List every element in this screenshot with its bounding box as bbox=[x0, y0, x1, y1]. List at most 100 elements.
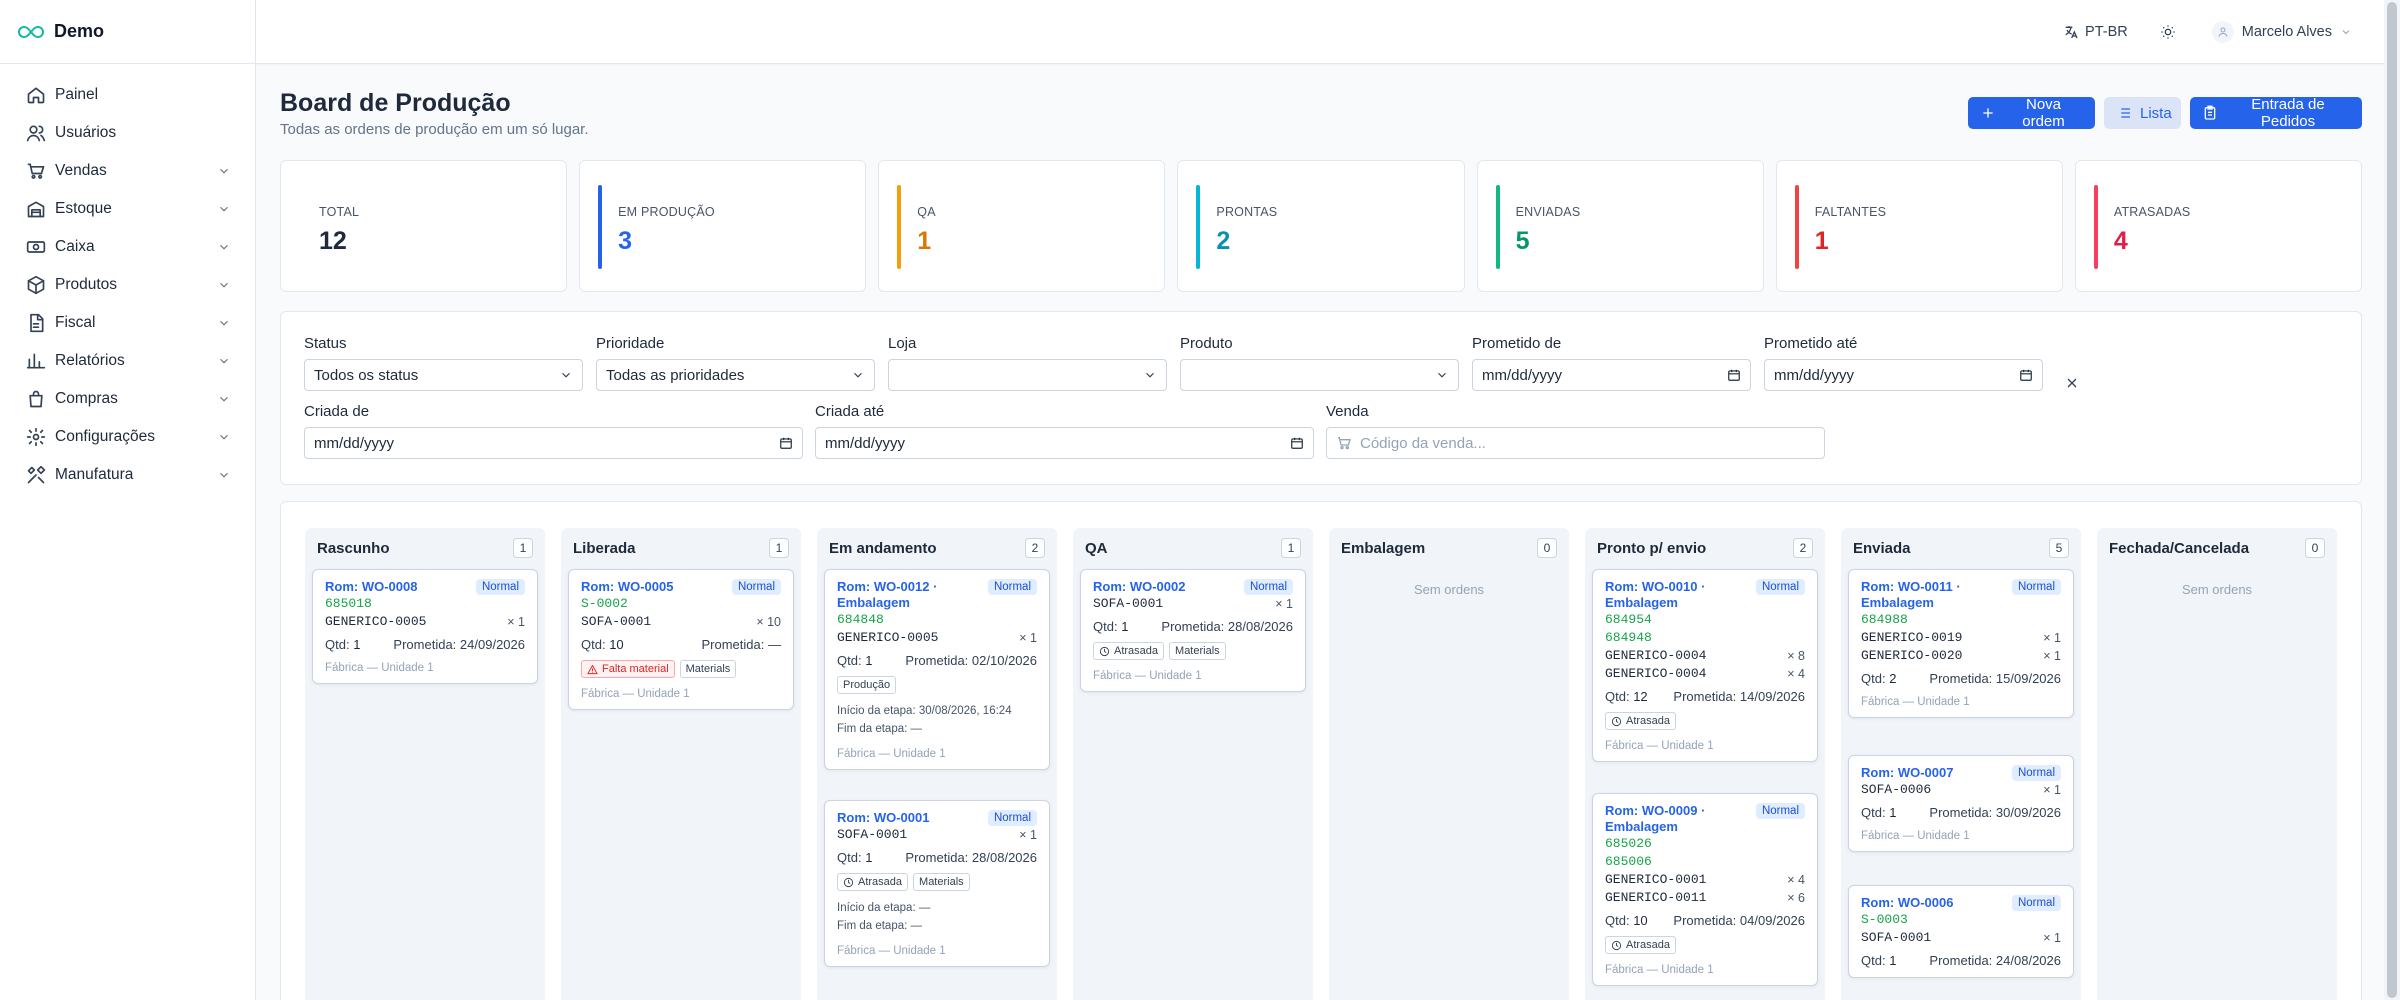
sale-code-link[interactable]: 685006 bbox=[1605, 853, 1805, 871]
priority-filter: Prioridade Todas as prioridades bbox=[596, 335, 875, 391]
work-order-card[interactable]: Rom: WO-0001 Normal SOFA-0001 × 1 Qtd: 1… bbox=[824, 800, 1050, 967]
gear-icon bbox=[26, 427, 46, 447]
brand[interactable]: Demo bbox=[0, 0, 255, 64]
card-title-link[interactable]: Rom: WO-0007 bbox=[1861, 765, 1953, 781]
sidebar-nav: Painel Usuários Vendas Estoque Caixa Pro… bbox=[0, 64, 255, 494]
sale-code-link[interactable]: 684954 bbox=[1605, 611, 1805, 629]
vertical-scrollbar[interactable] bbox=[2384, 0, 2400, 1000]
card-title-link[interactable]: Rom: WO-0011 · Embalagem bbox=[1861, 579, 2001, 611]
work-order-card[interactable]: Rom: WO-0008 Normal 685018 GENERICO-0005… bbox=[312, 569, 538, 684]
stat-accent-bar bbox=[1196, 185, 1201, 269]
language-switcher[interactable]: PT-BR bbox=[2063, 24, 2128, 40]
stat-value: 2 bbox=[1216, 227, 1231, 255]
created-from-date-input[interactable]: mm/dd/yyyy bbox=[304, 427, 803, 459]
column-header: Liberada 1 bbox=[561, 528, 801, 568]
product-sku: SOFA-0001 bbox=[581, 614, 652, 629]
created-to-date-input[interactable]: mm/dd/yyyy bbox=[815, 427, 1314, 459]
card-title-link[interactable]: Rom: WO-0012 · Embalagem bbox=[837, 579, 977, 611]
clock-icon bbox=[1099, 646, 1110, 657]
sidebar-item-relatorios[interactable]: Relatórios bbox=[0, 342, 255, 380]
sidebar-item-label: Configurações bbox=[55, 428, 155, 445]
sidebar-item-caixa[interactable]: Caixa bbox=[0, 228, 255, 266]
promised-label: Prometida: bbox=[1929, 953, 1993, 968]
product-filter: Produto bbox=[1180, 335, 1459, 391]
card-title-link[interactable]: Rom: WO-0009 · Embalagem bbox=[1605, 803, 1745, 835]
user-name: Marcelo Alves bbox=[2241, 24, 2332, 40]
list-view-button[interactable]: Lista bbox=[2104, 97, 2181, 129]
empty-column-text: Sem ordens bbox=[1413, 582, 1485, 597]
column-header: QA 1 bbox=[1073, 528, 1313, 568]
work-order-card[interactable]: Rom: WO-0009 · Embalagem Normal 685026 68… bbox=[1592, 793, 1818, 986]
new-order-button[interactable]: Nova ordem bbox=[1968, 96, 2095, 130]
card-title-link[interactable]: Rom: WO-0006 bbox=[1861, 895, 1953, 911]
chevron-down-icon bbox=[1143, 368, 1157, 382]
sale-code-link[interactable]: 684988 bbox=[1861, 611, 2061, 629]
card-title-link[interactable]: Rom: WO-0005 bbox=[581, 579, 673, 595]
product-line-qty: × 4 bbox=[1787, 667, 1805, 681]
sale-code-link[interactable]: S-0003 bbox=[1861, 911, 2061, 929]
orders-entry-button[interactable]: Entrada de Pedidos bbox=[2190, 96, 2362, 130]
promised-value: 30/09/2026 bbox=[1995, 805, 2061, 820]
promised-to-value: mm/dd/yyyy bbox=[1774, 366, 1855, 384]
card-title-link[interactable]: Rom: WO-0001 bbox=[837, 810, 929, 826]
stat-label: ENVIADAS bbox=[1515, 205, 1581, 219]
promised-from-date-input[interactable]: mm/dd/yyyy bbox=[1472, 359, 1751, 391]
priority-badge: Normal bbox=[2011, 895, 2061, 911]
work-order-card[interactable]: Rom: WO-0002 Normal SOFA-0001 × 1 Qtd: 1… bbox=[1080, 569, 1306, 692]
sidebar-item-fiscal[interactable]: Fiscal bbox=[0, 304, 255, 342]
card-title-link[interactable]: Rom: WO-0008 bbox=[325, 579, 417, 595]
priority-badge: Normal bbox=[1755, 803, 1805, 819]
sale-search-input[interactable]: Código da venda... bbox=[1326, 427, 1825, 459]
theme-toggle-sun-icon[interactable] bbox=[2160, 24, 2176, 40]
promised-from-label: Prometido de bbox=[1472, 335, 1562, 352]
work-order-card[interactable]: Rom: WO-0007 Normal SOFA-0006 × 1 Qtd: 1… bbox=[1848, 755, 2074, 852]
qty-label: Qtd: bbox=[581, 637, 606, 652]
user-menu[interactable]: Marcelo Alves bbox=[2211, 21, 2352, 43]
card-title-link[interactable]: Rom: WO-0002 bbox=[1093, 579, 1185, 595]
work-order-card[interactable]: Rom: WO-0011 · Embalagem Normal 684988 G… bbox=[1848, 569, 2074, 718]
sale-code-link[interactable]: 685026 bbox=[1605, 835, 1805, 853]
qty-label: Qtd: bbox=[1605, 913, 1630, 928]
product-line: GENERICO-0011 × 6 bbox=[1605, 889, 1805, 907]
sale-code-link[interactable]: S-0002 bbox=[581, 595, 781, 613]
plus-icon bbox=[1980, 105, 1996, 121]
filters-panel: Status Todos os status Prioridade Todas … bbox=[280, 311, 2362, 485]
tag-label: Atrasada bbox=[1626, 939, 1671, 951]
work-order-card[interactable]: Rom: WO-0012 · Embalagem Normal 684848 G… bbox=[824, 569, 1050, 770]
stage-end-label: Fim da etapa: bbox=[837, 920, 908, 932]
scrollbar-thumb[interactable] bbox=[2387, 2, 2397, 998]
promised-value: 28/08/2026 bbox=[1227, 619, 1293, 634]
priority-select[interactable]: Todas as prioridades bbox=[596, 359, 875, 391]
work-order-card[interactable]: Rom: WO-0005 Normal S-0002 SOFA-0001 × 1… bbox=[568, 569, 794, 710]
promised-value: 02/10/2026 bbox=[971, 653, 1037, 668]
product-select[interactable] bbox=[1180, 359, 1459, 391]
store-select[interactable] bbox=[888, 359, 1167, 391]
card-title-link[interactable]: Rom: WO-0010 · Embalagem bbox=[1605, 579, 1745, 611]
sidebar-item-vendas[interactable]: Vendas bbox=[0, 152, 255, 190]
product-sku: GENERICO-0019 bbox=[1861, 630, 1963, 645]
product-line: GENERICO-0004 × 8 bbox=[1605, 647, 1805, 665]
sidebar-item-painel[interactable]: Painel bbox=[0, 76, 255, 114]
sidebar-item-produtos[interactable]: Produtos bbox=[0, 266, 255, 304]
work-order-card[interactable]: Rom: WO-0010 · Embalagem Normal 684954 68… bbox=[1592, 569, 1818, 762]
tag-label: Materials bbox=[685, 663, 731, 675]
sale-code-link[interactable]: 684948 bbox=[1605, 629, 1805, 647]
sidebar-item-estoque[interactable]: Estoque bbox=[0, 190, 255, 228]
product-line: SOFA-0001 × 1 bbox=[1093, 595, 1293, 613]
clear-filters-close-icon[interactable] bbox=[2064, 375, 2080, 395]
sidebar-item-compras[interactable]: Compras bbox=[0, 380, 255, 418]
work-order-card[interactable]: Rom: WO-0006 Normal S-0003 SOFA-0001 × 1… bbox=[1848, 885, 2074, 978]
created-from-filter: Criada de mm/dd/yyyy bbox=[304, 403, 803, 459]
promised-info: Prometida: — bbox=[702, 637, 782, 652]
status-select[interactable]: Todos os status bbox=[304, 359, 583, 391]
priority-badge: Normal bbox=[731, 579, 781, 595]
promised-to-date-input[interactable]: mm/dd/yyyy bbox=[1764, 359, 2043, 391]
sale-code-link[interactable]: 685018 bbox=[325, 595, 525, 613]
qty-value: 1 bbox=[1889, 953, 1897, 968]
sidebar-item-manufatura[interactable]: Manufatura bbox=[0, 456, 255, 494]
stat-value: 5 bbox=[1515, 227, 1530, 255]
sale-code-link[interactable]: 684848 bbox=[837, 611, 1037, 629]
sidebar-item-configuracoes[interactable]: Configurações bbox=[0, 418, 255, 456]
column-count-badge: 1 bbox=[769, 538, 789, 558]
sidebar-item-usuarios[interactable]: Usuários bbox=[0, 114, 255, 152]
